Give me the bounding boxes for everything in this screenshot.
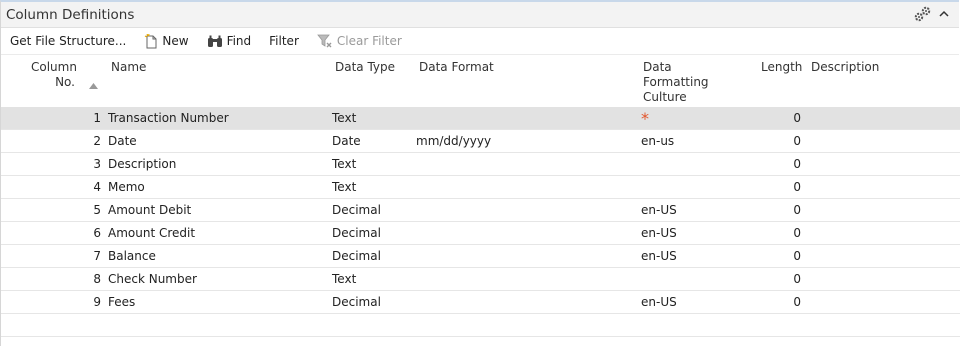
cell-data-type: Text: [332, 111, 357, 125]
table-row[interactable]: 2 Date Date mm/dd/yyyy en-us 0: [1, 130, 960, 153]
clear-filter-label: Clear Filter: [336, 34, 402, 48]
cell-length: 0: [793, 134, 801, 148]
panel-title: Column Definitions: [6, 6, 135, 23]
filter-label: Filter: [269, 34, 299, 48]
cell-column-no: 2: [93, 134, 101, 148]
table-row[interactable]: 5 Amount Debit Decimal en-US 0: [1, 199, 960, 222]
cell-data-type: Decimal: [332, 203, 381, 217]
filter-button[interactable]: Filter: [269, 34, 299, 48]
cell-name: Fees: [108, 295, 136, 309]
cell-name: Check Number: [108, 272, 197, 286]
column-definitions-grid: Column No. Name Data Type Data Format Da…: [1, 55, 960, 337]
cell-culture: en-US: [641, 249, 677, 263]
table-row[interactable]: 3 Description Text 0: [1, 153, 960, 176]
table-row[interactable]: 7 Balance Decimal en-US 0: [1, 245, 960, 268]
cell-length: 0: [793, 180, 801, 194]
cell-data-type: Decimal: [332, 249, 381, 263]
cell-column-no: 3: [93, 157, 101, 171]
toolbar: Get File Structure... New Find Filter Cl…: [1, 28, 959, 55]
binoculars-icon: [207, 35, 223, 48]
cell-data-type: Text: [332, 157, 357, 171]
cell-length: 0: [793, 203, 801, 217]
clear-filter-icon: [317, 34, 333, 49]
new-button[interactable]: New: [144, 33, 189, 49]
header-column-no[interactable]: Column No.: [31, 60, 77, 90]
cell-name: Memo: [108, 180, 145, 194]
find-button[interactable]: Find: [207, 34, 252, 48]
cell-name: Amount Credit: [108, 226, 196, 240]
cell-length: 0: [793, 249, 801, 263]
cell-data-type: Decimal: [332, 295, 381, 309]
get-file-structure-label: Get File Structure...: [10, 34, 127, 48]
cell-data-type: Date: [332, 134, 361, 148]
find-label: Find: [226, 34, 252, 48]
cell-data-type: Text: [332, 272, 357, 286]
grid-body: 1 Transaction Number Text * 0 2 Date Dat…: [1, 107, 960, 337]
cell-culture: en-US: [641, 295, 677, 309]
table-row[interactable]: 9 Fees Decimal en-US 0: [1, 291, 960, 314]
cell-name: Balance: [108, 249, 156, 263]
cell-data-format: mm/dd/yyyy: [416, 134, 492, 148]
header-name[interactable]: Name: [111, 60, 146, 75]
column-definitions-panel: Column Definitions Get File Structure...: [0, 0, 960, 346]
table-row[interactable]: 6 Amount Credit Decimal en-US 0: [1, 222, 960, 245]
cell-length: 0: [793, 295, 801, 309]
cell-length: 0: [793, 111, 801, 125]
cell-name: Date: [108, 134, 137, 148]
cell-column-no: 5: [93, 203, 101, 217]
sort-ascending-icon: [89, 78, 98, 92]
grid-header: Column No. Name Data Type Data Format Da…: [1, 55, 960, 107]
cell-column-no: 7: [93, 249, 101, 263]
cell-length: 0: [793, 226, 801, 240]
header-description[interactable]: Description: [811, 60, 879, 75]
cell-culture: en-us: [641, 134, 675, 148]
cell-name: Transaction Number: [108, 111, 229, 125]
cell-length: 0: [793, 157, 801, 171]
get-file-structure-button[interactable]: Get File Structure...: [10, 34, 126, 48]
table-row[interactable]: 1 Transaction Number Text * 0: [1, 107, 960, 130]
cell-data-type: Text: [332, 180, 357, 194]
cell-column-no: 8: [93, 272, 101, 286]
header-data-format[interactable]: Data Format: [419, 60, 494, 75]
table-row[interactable]: 4 Memo Text 0: [1, 176, 960, 199]
cell-column-no: 4: [93, 180, 101, 194]
cell-culture: en-US: [641, 203, 677, 217]
settings-icon[interactable]: [913, 5, 933, 23]
header-data-type[interactable]: Data Type: [335, 60, 395, 75]
required-marker-icon: *: [641, 109, 649, 128]
cell-length: 0: [793, 272, 801, 286]
cell-column-no: 6: [93, 226, 101, 240]
table-row[interactable]: 8 Check Number Text 0: [1, 268, 960, 291]
header-data-formatting-culture[interactable]: Data Formatting Culture: [643, 60, 715, 105]
clear-filter-button[interactable]: Clear Filter: [317, 34, 402, 49]
cell-column-no: 1: [93, 111, 101, 125]
header-length[interactable]: Length: [761, 60, 802, 75]
new-label: New: [162, 34, 189, 48]
cell-name: Amount Debit: [108, 203, 192, 217]
cell-culture: en-US: [641, 226, 677, 240]
cell-data-type: Decimal: [332, 226, 381, 240]
new-row-placeholder[interactable]: [1, 314, 960, 337]
cell-column-no: 9: [93, 295, 101, 309]
new-document-icon: [144, 33, 158, 49]
panel-titlebar: Column Definitions: [1, 2, 959, 28]
cell-name: Description: [108, 157, 177, 171]
collapse-icon[interactable]: [939, 7, 949, 21]
